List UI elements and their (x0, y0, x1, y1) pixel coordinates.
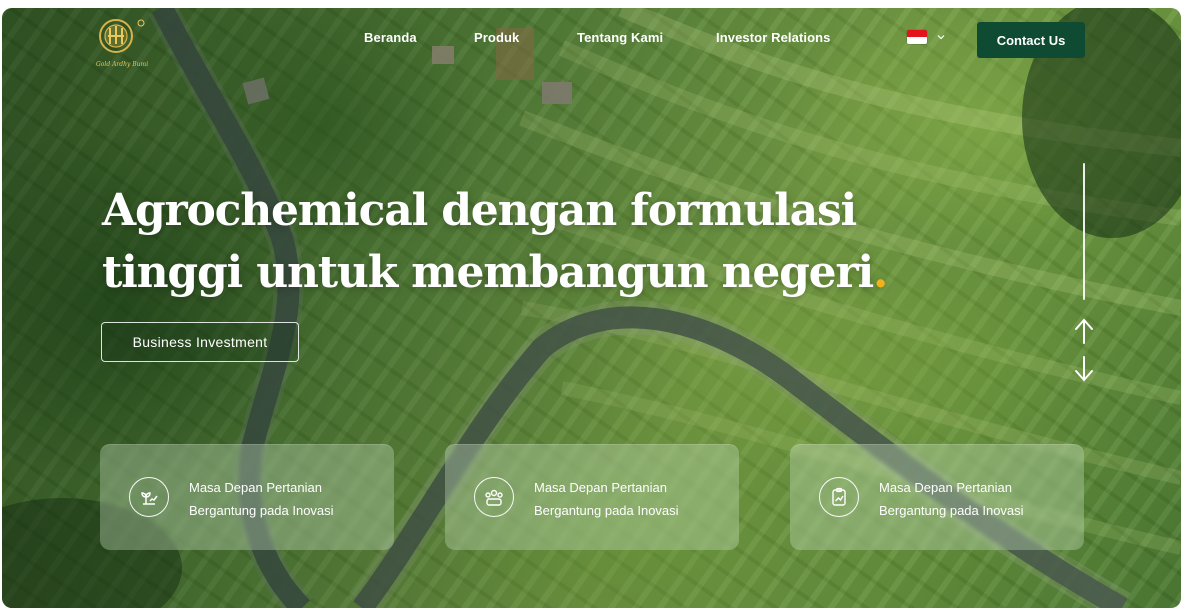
hero-heading: Agrochemical dengan formulasi tinggi unt… (102, 180, 902, 304)
feature-card[interactable]: Masa Depan Pertanian Bergantung pada Ino… (790, 444, 1084, 550)
hero-heading-line2: tinggi untuk membangun negeri (102, 247, 874, 298)
feature-card[interactable]: Masa Depan Pertanian Bergantung pada Ino… (100, 444, 394, 550)
nav-investor-relations[interactable]: Investor Relations (716, 30, 831, 45)
team-people-icon (474, 477, 514, 517)
feature-card[interactable]: Masa Depan Pertanian Bergantung pada Ino… (445, 444, 739, 550)
contact-us-button[interactable]: Contact Us (977, 22, 1085, 58)
nav-tentang-kami[interactable]: Tentang Kami (577, 30, 663, 45)
arrow-up-icon[interactable] (1073, 317, 1095, 345)
report-chart-icon (819, 477, 859, 517)
hero-section: Gold Ardhy Bumi Beranda Produk Tentang K… (2, 8, 1181, 608)
scroll-progress-line (1083, 163, 1085, 300)
indonesia-flag-icon (907, 30, 927, 44)
language-selector[interactable] (907, 30, 945, 44)
feature-card-text: Masa Depan Pertanian Bergantung pada Ino… (879, 480, 1024, 518)
company-logo[interactable]: Gold Ardhy Bumi (94, 14, 154, 72)
feature-card-text: Masa Depan Pertanian Bergantung pada Ino… (534, 480, 679, 518)
business-investment-button[interactable]: Business Investment (101, 322, 299, 362)
arrow-down-icon[interactable] (1073, 355, 1095, 383)
plant-growth-icon (129, 477, 169, 517)
hero-heading-dot: . (872, 247, 888, 298)
top-navigation: Gold Ardhy Bumi Beranda Produk Tentang K… (2, 8, 1181, 70)
svg-text:Gold Ardhy Bumi: Gold Ardhy Bumi (96, 61, 148, 68)
nav-beranda[interactable]: Beranda (364, 30, 417, 45)
nav-produk[interactable]: Produk (474, 30, 519, 45)
feature-card-text: Masa Depan Pertanian Bergantung pada Ino… (189, 480, 334, 518)
hero-heading-line1: Agrochemical dengan formulasi (102, 185, 857, 236)
chevron-down-icon (937, 35, 945, 40)
